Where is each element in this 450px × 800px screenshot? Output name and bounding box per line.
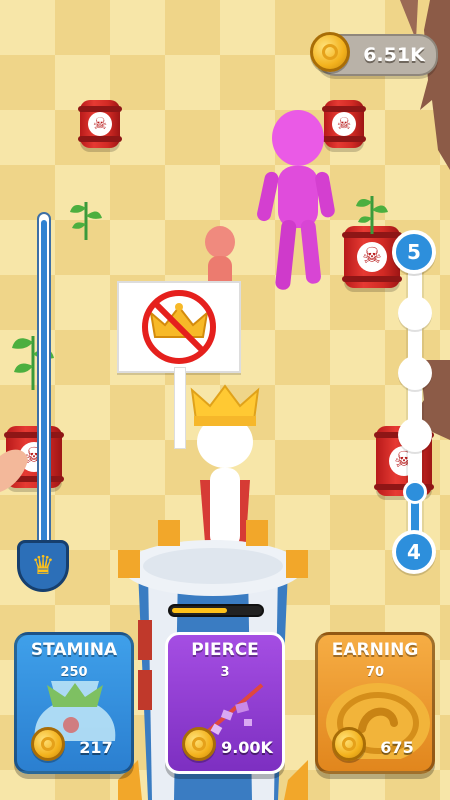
plant-icon [70, 202, 102, 240]
crown-icon: ♛ [17, 540, 69, 592]
stamina-upgrade-button[interactable]: STAMINA 250 217 [14, 632, 134, 774]
stamina-bar [168, 604, 264, 617]
level-node [398, 296, 432, 330]
coin-icon [332, 727, 366, 761]
distance-progress-fill [41, 220, 47, 544]
upgrade-level: 250 [60, 665, 88, 680]
upgrade-price-value: 217 [79, 738, 113, 757]
current-level-badge: 4 [392, 530, 436, 574]
pierce-upgrade-button[interactable]: PIERCE 3 9.00K [165, 632, 285, 774]
upgrade-level: 70 [365, 665, 385, 680]
skull-icon: ☠ [88, 112, 112, 136]
purple-enemy-character [257, 110, 335, 290]
upgrade-title: STAMINA [30, 640, 118, 660]
coin-icon [31, 727, 65, 761]
upgrade-price-value: 675 [380, 738, 414, 757]
coin-counter: 6.51K [310, 32, 438, 76]
next-level-badge: 5 [392, 230, 436, 274]
upgrade-title: PIERCE [191, 640, 259, 660]
upgrade-price-value: 9.00K [221, 738, 273, 757]
level-node [398, 418, 432, 452]
coin-icon [310, 32, 350, 72]
game-scene[interactable]: ☠ ☠ ☠ ☠ ☠ ♛ 5 4 6.51K STAMINA 250 217 PI… [0, 0, 450, 800]
upgrade-price: 9.00K [168, 727, 282, 763]
upgrade-title: EARNING [331, 640, 419, 660]
plant-icon [356, 196, 388, 234]
level-node [398, 356, 432, 390]
no-crown-icon [142, 290, 216, 364]
upgrade-level: 3 [220, 665, 230, 680]
stamina-bar-fill [172, 608, 228, 613]
skull-icon: ☠ [357, 242, 387, 272]
level-progress-marker [403, 480, 427, 504]
upgrade-price: 675 [318, 727, 432, 763]
skull-barrel: ☠ [78, 100, 122, 148]
earning-upgrade-button[interactable]: EARNING 70 675 [315, 632, 435, 774]
distance-progress-track [37, 212, 51, 552]
hand-icon [0, 449, 28, 492]
coin-icon [182, 727, 216, 761]
protest-sign [117, 281, 241, 373]
coin-count: 6.51K [363, 44, 425, 66]
upgrade-price: 217 [17, 727, 131, 763]
tree-trunk-icon [400, 0, 450, 170]
